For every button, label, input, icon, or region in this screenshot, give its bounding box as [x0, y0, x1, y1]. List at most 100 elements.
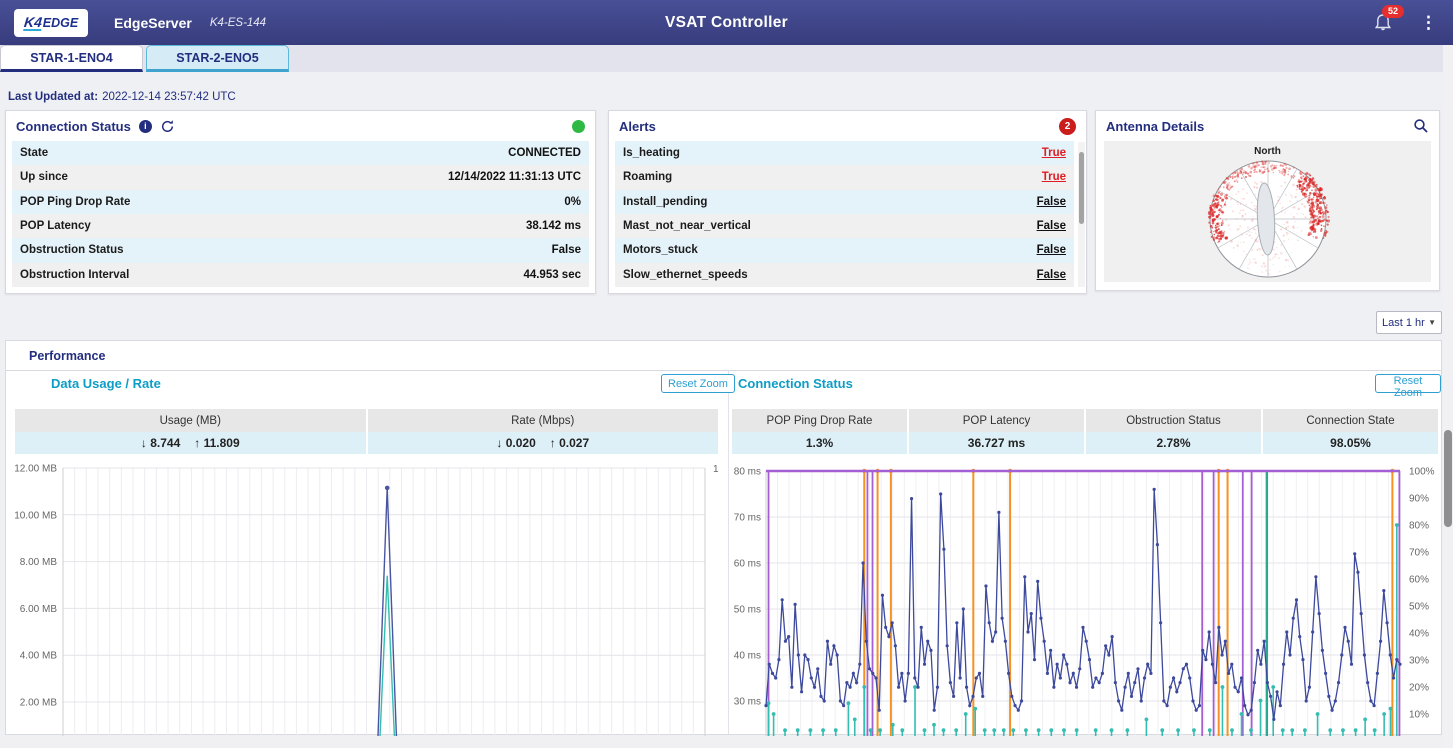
connection-stats-table: POP Ping Drop Rate1.3%POP Latency36.727 … [732, 409, 1438, 454]
alert-value-link[interactable]: False [1037, 196, 1066, 208]
data-usage-chart[interactable]: 12.00 MB10.00 MB8.00 MB6.00 MB4.00 MB2.0… [15, 461, 723, 736]
svg-text:30%: 30% [1409, 656, 1429, 667]
usage-reset-zoom-button[interactable]: Reset Zoom [661, 374, 735, 393]
row-value: 44.953 sec [523, 269, 581, 281]
row-label: Obstruction Status [20, 244, 124, 256]
table-row: Obstruction Interval 44.953 sec [12, 263, 589, 287]
alerts-rows: Is_heating True Roaming True Install_pending… [615, 141, 1074, 287]
table-row: Obstruction Status False [12, 238, 589, 262]
stats-value: ↓ 0.020↑ 0.027 [368, 432, 719, 454]
row-label: Up since [20, 171, 68, 183]
row-label: POP Ping Drop Rate [20, 196, 130, 208]
svg-text:30 ms: 30 ms [734, 697, 761, 708]
antenna-polar-chart [1148, 157, 1388, 279]
usage-panel-title: Data Usage / Rate [51, 376, 161, 391]
svg-text:1: 1 [713, 464, 719, 475]
stats-value: 1.3% [732, 432, 907, 454]
row-label: Is_heating [623, 147, 680, 159]
app-name: EdgeServer [114, 15, 192, 31]
row-label: Motors_stuck [623, 244, 698, 256]
svg-text:100%: 100% [1409, 467, 1435, 478]
connection-reset-zoom-button[interactable]: Reset Zoom [1375, 374, 1441, 393]
alerts-card: Alerts 2 Is_heating True Roaming True Instal… [608, 110, 1087, 294]
svg-text:12.00 MB: 12.00 MB [15, 464, 57, 475]
row-label: Roaming [623, 171, 672, 183]
stats-header: Rate (Mbps) [368, 409, 719, 432]
row-value: False [552, 244, 581, 256]
refresh-icon[interactable] [160, 119, 175, 134]
svg-text:50 ms: 50 ms [734, 605, 761, 616]
svg-text:10%: 10% [1409, 710, 1429, 721]
last-updated-label: Last Updated at: [8, 91, 98, 103]
table-row: Slow_ethernet_speeds False [615, 263, 1074, 287]
table-row: Motors_stuck False [615, 238, 1074, 262]
row-label: Install_pending [623, 196, 707, 208]
table-row: Mast_not_near_verticalFalse [615, 214, 1074, 238]
row-label: Obstruction Interval [20, 269, 129, 281]
kebab-menu-icon[interactable]: ⋮ [1420, 16, 1437, 30]
alerts-scrollbar[interactable] [1078, 142, 1085, 287]
info-icon[interactable]: i [139, 120, 152, 133]
tab-bar: STAR-1-ENO4 STAR-2-ENO5 [0, 45, 1453, 72]
page-scrollbar-thumb[interactable] [1444, 430, 1452, 527]
upload-arrow-icon: ↑ 0.027 [550, 436, 589, 450]
stats-value: 2.78% [1086, 432, 1261, 454]
stats-column: Obstruction Status2.78% [1086, 409, 1261, 454]
row-value: 0% [564, 196, 581, 208]
stats-header: POP Ping Drop Rate [732, 409, 907, 432]
antenna-plot-area: North [1104, 141, 1431, 282]
performance-panel: Performance Data Usage / Rate Reset Zoom… [5, 340, 1442, 735]
svg-text:70%: 70% [1409, 548, 1429, 559]
connection-status-chart[interactable]: 80 ms70 ms60 ms50 ms40 ms30 ms100%90%80%… [728, 461, 1444, 736]
alerts-count-badge: 2 [1059, 118, 1076, 135]
table-row: Install_pending False [615, 190, 1074, 214]
logo-k4-text: K4 [23, 15, 43, 31]
table-row: POP Ping Drop Rate 0% [12, 190, 589, 214]
row-label: Slow_ethernet_speeds [623, 269, 748, 281]
page-scrollbar[interactable] [1443, 45, 1453, 748]
time-range-value: Last 1 hr [1382, 317, 1425, 329]
table-row: Roaming True [615, 165, 1074, 189]
last-updated: Last Updated at:2022-12-14 23:57:42 UTC [8, 91, 236, 103]
k4edge-logo[interactable]: K4 EDGE [14, 9, 88, 37]
usage-stats-table: Usage (MB)↓ 8.744↑ 11.809Rate (Mbps)↓ 0.… [15, 409, 718, 454]
alerts-scrollbar-thumb[interactable] [1079, 152, 1084, 224]
svg-text:60%: 60% [1409, 575, 1429, 586]
svg-text:60 ms: 60 ms [734, 559, 761, 570]
search-icon[interactable] [1413, 118, 1429, 134]
stats-column: POP Ping Drop Rate1.3% [732, 409, 907, 454]
alert-value-link[interactable]: True [1042, 147, 1066, 159]
stats-header: POP Latency [909, 409, 1084, 432]
table-row: POP Latency 38.142 ms [12, 214, 589, 238]
time-range-select[interactable]: Last 1 hr ▼ [1376, 311, 1442, 334]
row-label: POP Latency [20, 220, 91, 232]
alert-value-link[interactable]: True [1042, 171, 1066, 183]
alerts-title: Alerts [619, 119, 656, 134]
stats-header: Usage (MB) [15, 409, 366, 432]
row-value: CONNECTED [508, 147, 581, 159]
svg-text:80%: 80% [1409, 521, 1429, 532]
connection-status-card: Connection Status i StateCONNECTEDUp sin… [5, 110, 596, 294]
alert-value-link[interactable]: False [1037, 269, 1066, 281]
svg-text:2.00 MB: 2.00 MB [20, 698, 58, 709]
stats-column: Connection State98.05% [1263, 409, 1438, 454]
stats-value: ↓ 8.744↑ 11.809 [15, 432, 366, 454]
antenna-details-card: Antenna Details North [1095, 110, 1440, 291]
svg-text:90%: 90% [1409, 494, 1429, 505]
tab-star-2-eno5[interactable]: STAR-2-ENO5 [146, 45, 289, 72]
tab-star-1-eno4[interactable]: STAR-1-ENO4 [0, 45, 143, 72]
alert-value-link[interactable]: False [1037, 244, 1066, 256]
row-label: State [20, 147, 48, 159]
svg-text:70 ms: 70 ms [734, 513, 761, 524]
stats-value: 36.727 ms [909, 432, 1084, 454]
server-id: K4-ES-144 [210, 17, 266, 29]
performance-title: Performance [29, 349, 105, 363]
alert-value-link[interactable]: False [1037, 220, 1066, 232]
notifications-button[interactable]: 52 [1374, 13, 1394, 33]
row-value: 12/14/2022 11:31:13 UTC [448, 171, 581, 183]
navbar: K4 EDGE EdgeServer K4-ES-144 VSAT Contro… [0, 0, 1453, 45]
svg-text:20%: 20% [1409, 683, 1429, 694]
row-value: 38.142 ms [526, 220, 581, 232]
table-row: Is_heating True [615, 141, 1074, 165]
svg-text:6.00 MB: 6.00 MB [20, 604, 58, 615]
